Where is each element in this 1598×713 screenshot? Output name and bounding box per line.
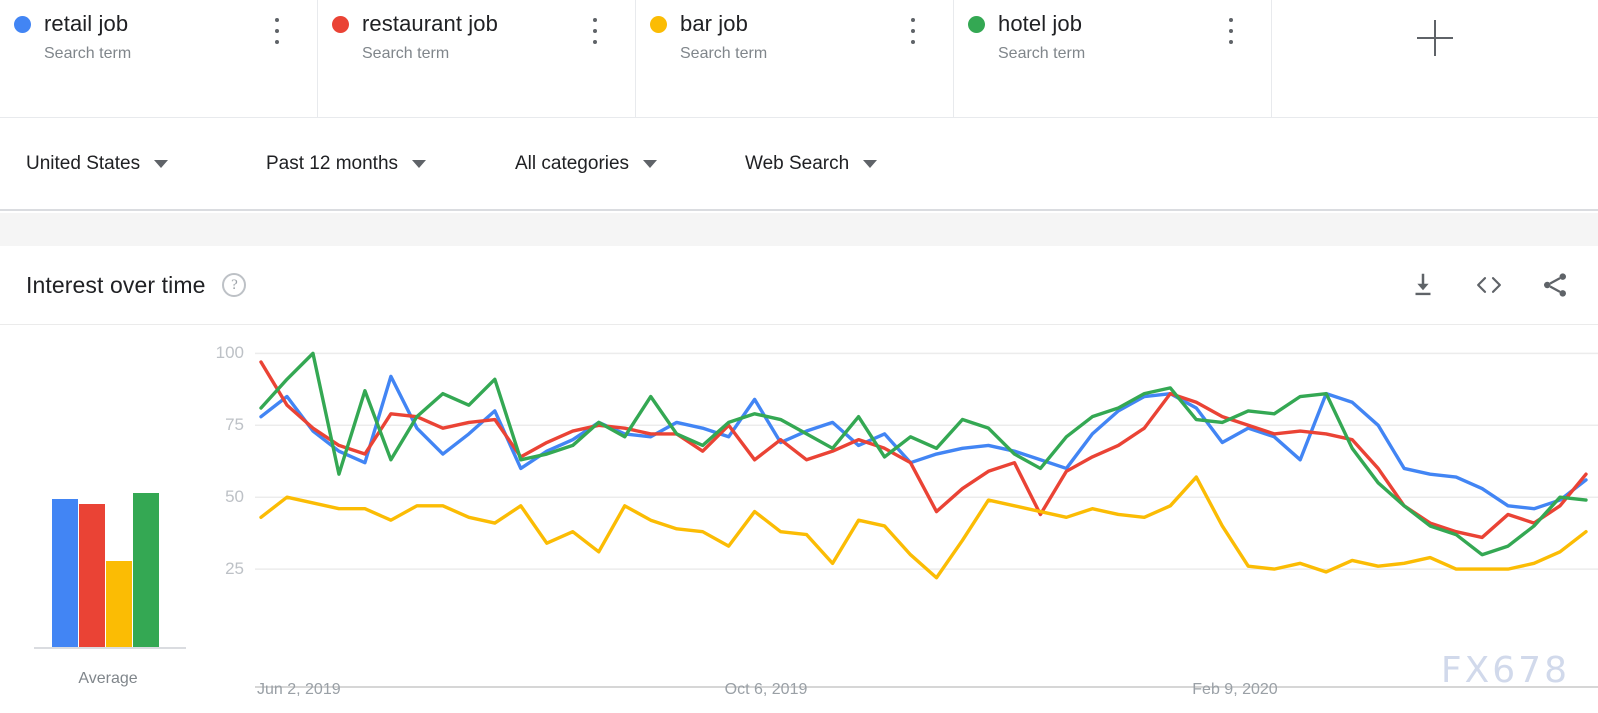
average-bar-2 bbox=[106, 561, 132, 648]
term-header-3: hotel job bbox=[968, 10, 1253, 38]
term-subtitle-3: Search term bbox=[998, 45, 1086, 62]
term-name-2: bar job bbox=[680, 11, 748, 36]
card-actions bbox=[1406, 268, 1572, 302]
y-tick-25: 25 bbox=[225, 559, 244, 579]
add-term-cell bbox=[1272, 0, 1598, 117]
term-name-1: restaurant job bbox=[362, 11, 498, 36]
average-axis-line bbox=[34, 647, 186, 649]
filter-search-type-label: Web Search bbox=[745, 153, 850, 174]
term-subtitle-2: Search term bbox=[680, 45, 768, 62]
y-axis-labels: 100 75 50 25 bbox=[200, 325, 248, 713]
timeseries-svg[interactable] bbox=[255, 325, 1598, 713]
term-header-2: bar job bbox=[650, 10, 935, 38]
kebab-menu-icon-3[interactable] bbox=[1221, 18, 1241, 44]
series-line-1 bbox=[259, 360, 1588, 540]
y-tick-50: 50 bbox=[225, 487, 244, 507]
average-bar-1 bbox=[79, 504, 105, 648]
interest-over-time-card: Interest over time ? Average 100 75 50 2… bbox=[0, 246, 1598, 713]
term-header-1: restaurant job bbox=[332, 10, 617, 38]
y-tick-100: 100 bbox=[215, 343, 244, 363]
search-terms-bar: retail job Search term restaurant job Se… bbox=[0, 0, 1598, 118]
term-subtitle-0: Search term bbox=[44, 45, 132, 62]
term-card-1[interactable]: restaurant job Search term bbox=[318, 0, 636, 118]
filter-category-label: All categories bbox=[515, 153, 630, 174]
share-icon[interactable] bbox=[1538, 268, 1572, 302]
term-card-0[interactable]: retail job Search term bbox=[0, 0, 318, 118]
filter-time-range-label: Past 12 months bbox=[266, 153, 399, 174]
average-bars bbox=[52, 408, 162, 648]
x-tick-0: Jun 2, 2019 bbox=[257, 681, 341, 698]
section-spacer bbox=[0, 213, 1598, 246]
series-color-dot-3 bbox=[968, 16, 985, 33]
average-bar-3 bbox=[133, 492, 159, 648]
chevron-down-icon bbox=[412, 160, 427, 168]
term-card-3[interactable]: hotel job Search term bbox=[954, 0, 1272, 118]
embed-code-icon[interactable] bbox=[1472, 268, 1506, 302]
download-icon[interactable] bbox=[1406, 268, 1440, 302]
average-bar-0 bbox=[52, 499, 78, 648]
chevron-down-icon bbox=[643, 160, 658, 168]
term-header-0: retail job bbox=[14, 10, 299, 38]
filter-location[interactable]: United States bbox=[26, 118, 266, 210]
y-tick-75: 75 bbox=[225, 415, 244, 435]
term-name-0: retail job bbox=[44, 11, 129, 36]
term-subtitle-1: Search term bbox=[362, 45, 450, 62]
page-title: Interest over time bbox=[26, 271, 206, 298]
filter-category[interactable]: All categories bbox=[515, 118, 745, 210]
card-header: Interest over time ? bbox=[0, 246, 1598, 325]
x-tick-1: Oct 6, 2019 bbox=[724, 681, 808, 698]
filter-time-range[interactable]: Past 12 months bbox=[266, 118, 515, 210]
help-circle-icon[interactable]: ? bbox=[222, 273, 247, 297]
plus-icon[interactable] bbox=[1417, 20, 1453, 56]
filters-bar: United States Past 12 months All categor… bbox=[0, 119, 1598, 211]
series-line-3 bbox=[259, 351, 1588, 557]
term-card-2[interactable]: bar job Search term bbox=[636, 0, 954, 118]
average-label: Average bbox=[78, 670, 138, 687]
x-tick-2: Feb 9, 2020 bbox=[1192, 681, 1278, 698]
chart-body: Average 100 75 50 25 Jun 2, 2019 Oct 6, 2019… bbox=[0, 325, 1598, 713]
x-axis-labels: Jun 2, 2019 Oct 6, 2019 Feb 9, 2020 bbox=[255, 681, 1598, 707]
kebab-menu-icon-2[interactable] bbox=[903, 18, 923, 44]
series-color-dot-0 bbox=[14, 16, 31, 33]
series-color-dot-2 bbox=[650, 16, 667, 33]
chevron-down-icon bbox=[863, 160, 878, 168]
filter-location-label: United States bbox=[26, 153, 141, 174]
timeseries-plot: 100 75 50 25 Jun 2, 2019 Oct 6, 2019 Feb 9, 2… bbox=[200, 325, 1598, 713]
series-color-dot-1 bbox=[332, 16, 349, 33]
chevron-down-icon bbox=[154, 160, 169, 168]
kebab-menu-icon-1[interactable] bbox=[585, 18, 605, 44]
average-panel: Average bbox=[28, 325, 188, 713]
term-name-3: hotel job bbox=[998, 11, 1083, 36]
filter-search-type[interactable]: Web Search bbox=[745, 118, 975, 210]
kebab-menu-icon-0[interactable] bbox=[267, 18, 287, 44]
